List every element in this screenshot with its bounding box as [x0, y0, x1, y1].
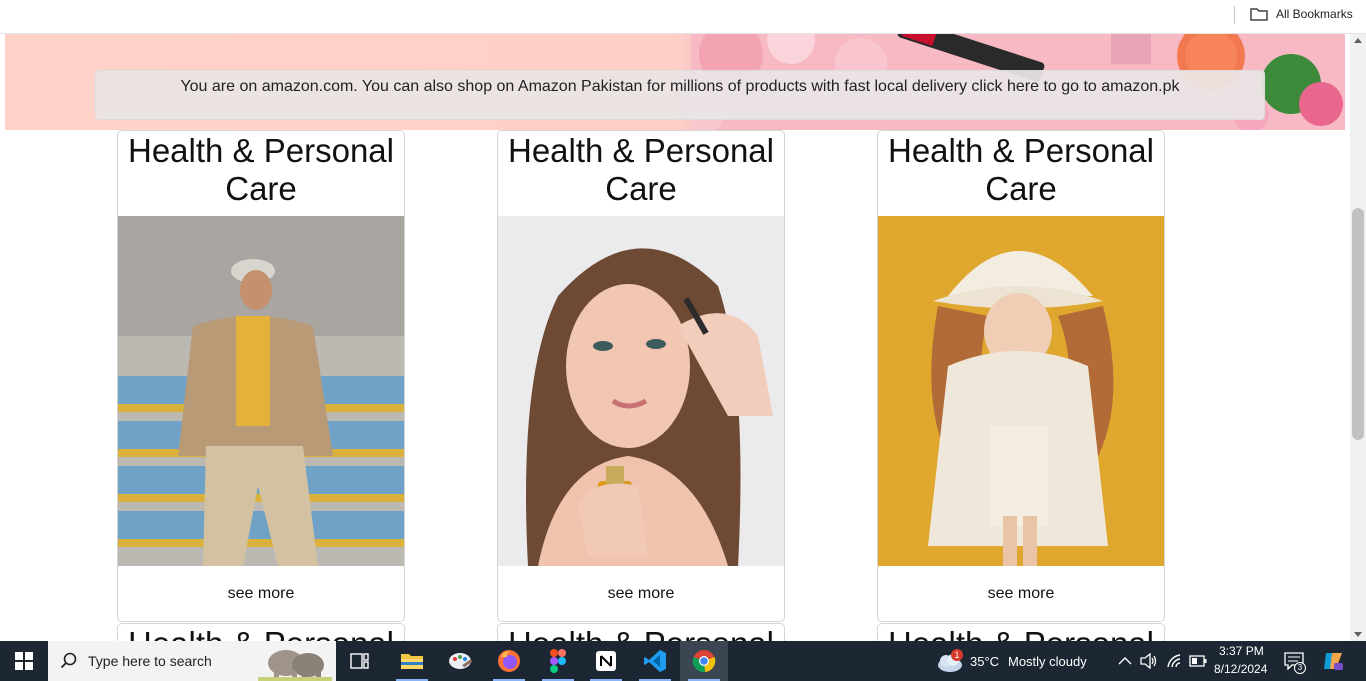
page-scrollbar[interactable] — [1350, 34, 1366, 641]
show-hidden-icons-chevron-icon[interactable] — [1118, 656, 1132, 666]
folder-icon — [1250, 8, 1268, 21]
all-bookmarks-label: All Bookmarks — [1276, 7, 1353, 21]
see-more-link[interactable]: see more — [498, 566, 784, 621]
search-placeholder: Type here to search — [88, 653, 212, 669]
all-bookmarks-button[interactable]: All Bookmarks — [1250, 4, 1353, 24]
card-title[interactable]: Health & Personal Care — [878, 624, 1164, 641]
figma-icon — [550, 649, 566, 673]
card-title[interactable]: Health & Personal Care — [118, 624, 404, 641]
battery-icon[interactable] — [1189, 655, 1207, 667]
elephants-search-highlight-icon — [258, 650, 332, 681]
bookmarks-divider — [1234, 6, 1235, 24]
man-stadium-image — [118, 216, 404, 566]
amazon-pk-notice[interactable]: You are on amazon.com. You can also shop… — [95, 70, 1265, 120]
woman-serum-image — [498, 216, 784, 566]
card-title[interactable]: Health & Personal Care — [498, 131, 784, 216]
chrome-button[interactable] — [680, 641, 728, 681]
card-image[interactable] — [878, 216, 1164, 566]
bookmarks-bar: All Bookmarks — [0, 0, 1366, 34]
task-view-icon — [350, 653, 369, 669]
firefox-icon — [498, 650, 520, 672]
product-card: Health & Personal Care — [117, 623, 405, 641]
card-title[interactable]: Health & Personal Care — [878, 131, 1164, 216]
see-more-link[interactable]: see more — [118, 566, 404, 621]
weather-temperature: 35°C — [970, 654, 1000, 669]
vscode-icon — [644, 650, 666, 672]
product-card: Health & Personal Care — [497, 623, 785, 641]
card-title[interactable]: Health & Personal Care — [118, 131, 404, 216]
girl-bucket-hat-image — [878, 216, 1164, 566]
vscode-button[interactable] — [631, 641, 679, 681]
notification-count-badge: 3 — [1294, 662, 1306, 674]
weather-description: Mostly cloudy — [1008, 654, 1087, 669]
page-viewport: You are on amazon.com. You can also shop… — [0, 34, 1350, 641]
start-button[interactable] — [0, 641, 48, 681]
product-card: Health & Personal Care see more — [497, 130, 785, 622]
card-image[interactable] — [118, 216, 404, 566]
wifi-icon[interactable] — [1166, 653, 1182, 669]
paint-button[interactable] — [436, 641, 484, 681]
scrollbar-thumb[interactable] — [1352, 208, 1364, 440]
file-explorer-button[interactable] — [388, 641, 436, 681]
card-image[interactable] — [498, 216, 784, 566]
figma-button[interactable] — [534, 641, 582, 681]
see-more-link[interactable]: see more — [878, 566, 1164, 621]
product-card: Health & Personal Care — [117, 130, 405, 622]
file-explorer-icon — [401, 654, 423, 669]
windows-logo-icon — [15, 652, 33, 670]
clock-time[interactable]: 3:37 PM — [1219, 644, 1264, 658]
notion-icon — [596, 651, 616, 671]
weather-badge: 1 — [951, 649, 963, 661]
paint-icon — [449, 653, 472, 669]
firefox-button[interactable] — [485, 641, 533, 681]
search-icon — [60, 652, 77, 669]
copilot-icon[interactable] — [1322, 650, 1344, 672]
scroll-up-arrow-icon[interactable] — [1354, 38, 1362, 43]
scroll-down-arrow-icon[interactable] — [1354, 632, 1362, 637]
card-title[interactable]: Health & Personal Care — [498, 624, 784, 641]
windows-taskbar: Type here to search 1 35°C Mostly cloudy… — [0, 641, 1366, 681]
hero-banner: You are on amazon.com. You can also shop… — [5, 34, 1345, 130]
product-card: Health & Personal Care see more — [877, 130, 1165, 622]
task-view-button[interactable] — [336, 641, 384, 681]
clock-date[interactable]: 8/12/2024 — [1214, 662, 1267, 676]
notion-button[interactable] — [582, 641, 630, 681]
chrome-icon — [692, 650, 716, 673]
taskbar-search-box[interactable]: Type here to search — [48, 641, 336, 681]
product-card: Health & Personal Care — [877, 623, 1165, 641]
volume-icon[interactable] — [1140, 653, 1158, 669]
